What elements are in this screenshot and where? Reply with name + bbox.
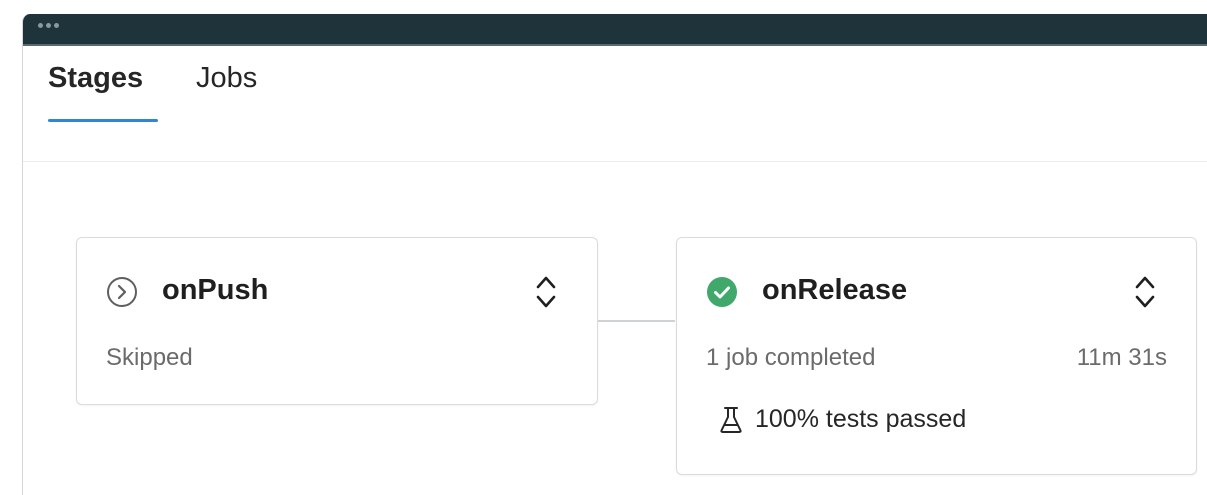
window-titlebar <box>23 14 1207 46</box>
skipped-icon <box>107 277 137 307</box>
success-check-icon <box>707 277 737 307</box>
tab-jobs[interactable]: Jobs <box>196 62 257 95</box>
stage-status-text: Skipped <box>106 344 193 371</box>
stage-duration: 11m 31s <box>1076 344 1167 371</box>
stage-connector <box>598 320 675 322</box>
stage-name: onPush <box>162 274 269 306</box>
stage-card-onrelease[interactable]: onRelease 1 job completed 11m 31s 100% t… <box>676 237 1197 475</box>
tab-bar: Stages Jobs <box>23 46 1207 162</box>
active-tab-indicator <box>48 119 158 122</box>
stage-jobs-summary: 1 job completed <box>706 344 876 371</box>
tests-summary[interactable]: 100% tests passed <box>719 405 966 434</box>
tests-passed-text: 100% tests passed <box>755 405 967 433</box>
pipeline-window: Stages Jobs onPush Skipped onRelease 1 j… <box>22 14 1207 495</box>
window-dot <box>38 23 43 28</box>
window-controls[interactable] <box>38 23 59 28</box>
window-dot <box>54 23 59 28</box>
window-dot <box>46 23 51 28</box>
expand-collapse-icon[interactable] <box>534 273 558 311</box>
stage-card-onpush[interactable]: onPush Skipped <box>76 237 598 405</box>
tab-stages[interactable]: Stages <box>48 62 143 95</box>
flask-icon <box>720 406 742 433</box>
expand-collapse-icon[interactable] <box>1133 273 1157 311</box>
stage-name: onRelease <box>762 274 908 306</box>
